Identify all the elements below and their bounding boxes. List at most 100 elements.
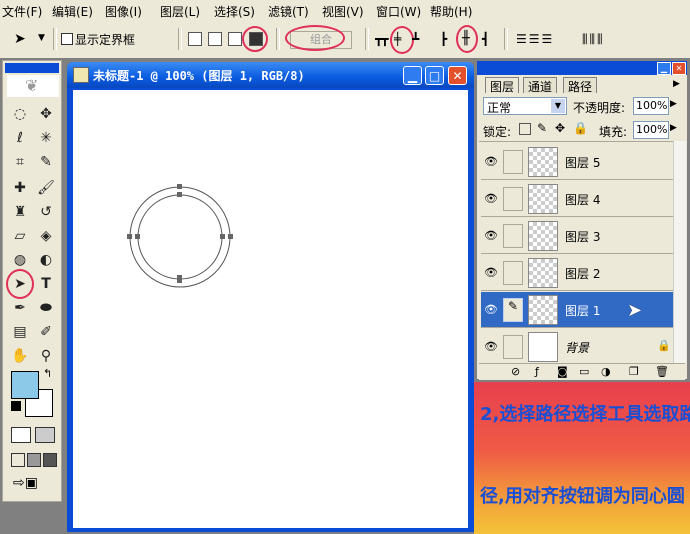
link-box[interactable] <box>503 261 523 285</box>
hand-icon[interactable]: ✋ <box>9 345 31 367</box>
healing-brush-icon[interactable]: ✚ <box>9 177 31 199</box>
brush-icon[interactable]: 🖌 <box>35 177 57 199</box>
lock-position-icon[interactable]: ✥ <box>555 121 565 135</box>
align-left-icon[interactable]: ┣ <box>440 32 447 46</box>
zoom-icon[interactable]: ⚲ <box>35 345 57 367</box>
default-colors-icon[interactable] <box>11 401 21 411</box>
tab-layers[interactable]: 图层 <box>485 77 520 94</box>
tab-paths[interactable]: 路径 <box>563 77 598 94</box>
close-button[interactable]: ✕ <box>448 66 467 85</box>
layer-style-icon[interactable]: ƒ <box>535 365 539 378</box>
blend-mode-select[interactable]: 正常 ▼ <box>483 97 567 115</box>
layer-row[interactable]: 👁 图层 2 <box>481 255 673 291</box>
group-icon[interactable]: ▭ <box>579 365 589 378</box>
distribute-vertical-icon[interactable]: ☰☰☰ <box>516 32 554 46</box>
link-box[interactable] <box>503 187 523 211</box>
paint-bucket-icon[interactable]: ◈ <box>35 225 57 247</box>
fill-slider-icon[interactable]: ▶ <box>670 123 677 133</box>
fill-input[interactable]: 100% <box>633 121 669 139</box>
link-box[interactable] <box>503 335 523 359</box>
menu-layer[interactable]: 图层(L) <box>160 3 200 20</box>
eye-icon[interactable]: 👁 <box>484 229 498 242</box>
minimize-button[interactable]: ▁ <box>403 66 422 85</box>
link-layers-icon[interactable]: ⊘ <box>511 365 520 378</box>
link-box[interactable] <box>503 224 523 248</box>
show-bbox-checkbox[interactable] <box>61 33 73 45</box>
close-icon[interactable]: ✕ <box>672 62 686 75</box>
marquee-icon[interactable]: ◌ <box>9 103 31 125</box>
crop-icon[interactable]: ⌗ <box>9 151 31 173</box>
menu-edit[interactable]: 编辑(E) <box>52 3 93 20</box>
slice-icon[interactable]: ✎ <box>35 151 57 173</box>
foreground-color-swatch[interactable] <box>11 371 39 399</box>
type-icon[interactable]: T <box>35 273 57 295</box>
menu-file[interactable]: 文件(F) <box>2 3 42 20</box>
align-right-icon[interactable]: ┫ <box>482 32 489 46</box>
menu-help[interactable]: 帮助(H) <box>430 3 472 20</box>
quick-mask-icon[interactable] <box>35 427 55 443</box>
align-top-icon[interactable]: ┳┳ <box>375 32 388 46</box>
align-bottom-icon[interactable]: ┻ <box>412 32 419 46</box>
ellipse-shape-icon[interactable]: ⬬ <box>35 297 57 319</box>
layer-mask-icon[interactable]: ◙ <box>557 365 568 378</box>
layer-row-selected[interactable]: 👁 ✎ 图层 1 ➤ <box>481 292 673 328</box>
dodge-icon[interactable]: ◐ <box>35 249 57 271</box>
lock-label: 锁定: <box>483 125 512 139</box>
link-box[interactable] <box>503 150 523 174</box>
eye-icon[interactable]: 👁 <box>484 155 498 168</box>
eraser-icon[interactable]: ▱ <box>9 225 31 247</box>
layer-row[interactable]: 👁 图层 5 <box>481 144 673 180</box>
menu-view[interactable]: 视图(V) <box>322 3 364 20</box>
layer-row[interactable]: 👁 图层 4 <box>481 181 673 217</box>
brush-icon[interactable]: ✎ <box>503 298 523 322</box>
layer-scrollbar[interactable] <box>673 141 686 363</box>
opacity-input[interactable]: 100% <box>633 97 669 115</box>
layer-row[interactable]: 👁 背景 🔒 <box>481 329 673 365</box>
standard-mode-icon[interactable] <box>11 427 31 443</box>
panel-menu-icon[interactable]: ▶ <box>673 79 680 89</box>
eyedropper-icon[interactable]: ✐ <box>35 321 57 343</box>
history-brush-icon[interactable]: ↺ <box>35 201 57 223</box>
clone-stamp-icon[interactable]: ♜ <box>9 201 31 223</box>
annotation-line-2: 径,用对齐按钮调为同心圆 <box>480 486 685 507</box>
menu-filter[interactable]: 滤镜(T) <box>268 3 309 20</box>
trash-icon[interactable]: 🗑 <box>655 365 669 378</box>
magic-wand-icon[interactable]: ✳ <box>35 127 57 149</box>
eye-icon[interactable]: 👁 <box>484 192 498 205</box>
path-select-tool-icon[interactable]: ➤ <box>14 31 26 47</box>
jump-to-imageready-icon[interactable]: ⇨▣ <box>13 475 38 491</box>
tab-channels[interactable]: 通道 <box>523 77 558 94</box>
screen-mode-3-icon[interactable] <box>43 453 57 467</box>
notes-icon[interactable]: ▤ <box>9 321 31 343</box>
lasso-icon[interactable]: ℓ <box>9 127 31 149</box>
highlight-circle <box>390 26 414 54</box>
new-layer-icon[interactable]: ❐ <box>629 365 639 378</box>
eye-icon[interactable]: 👁 <box>484 340 498 353</box>
move-icon[interactable]: ✥ <box>35 103 57 125</box>
pen-icon[interactable]: ✒ <box>9 297 31 319</box>
opacity-slider-icon[interactable]: ▶ <box>670 99 677 109</box>
menu-select[interactable]: 选择(S) <box>214 3 255 20</box>
blur-icon[interactable]: ◍ <box>9 249 31 271</box>
chevron-down-icon[interactable]: ▼ <box>38 33 45 43</box>
swap-colors-icon[interactable]: ↰ <box>43 367 52 380</box>
distribute-horizontal-icon[interactable]: ⫼⫼⫼ <box>582 32 605 47</box>
canvas[interactable] <box>73 90 468 528</box>
menu-window[interactable]: 窗口(W) <box>376 3 421 20</box>
lock-all-icon[interactable]: 🔒 <box>573 121 588 135</box>
layer-name: 图层 1 <box>565 304 601 318</box>
menu-image[interactable]: 图像(I) <box>105 3 142 20</box>
screen-mode-2-icon[interactable] <box>27 453 41 467</box>
adjustment-layer-icon[interactable]: ◑ <box>601 365 611 378</box>
lock-paint-icon[interactable]: ✎ <box>537 121 547 135</box>
eye-icon[interactable]: 👁 <box>484 303 498 316</box>
maximize-button[interactable]: □ <box>425 66 444 85</box>
screen-mode-1-icon[interactable] <box>11 453 25 467</box>
shape-subtract-icon[interactable] <box>208 32 222 46</box>
collapse-icon[interactable]: ▁ <box>657 62 671 75</box>
shape-add-icon[interactable] <box>188 32 202 46</box>
lock-transparency-icon[interactable] <box>519 123 531 135</box>
layer-row[interactable]: 👁 图层 3 <box>481 218 673 254</box>
shape-intersect-icon[interactable] <box>228 32 242 46</box>
eye-icon[interactable]: 👁 <box>484 266 498 279</box>
